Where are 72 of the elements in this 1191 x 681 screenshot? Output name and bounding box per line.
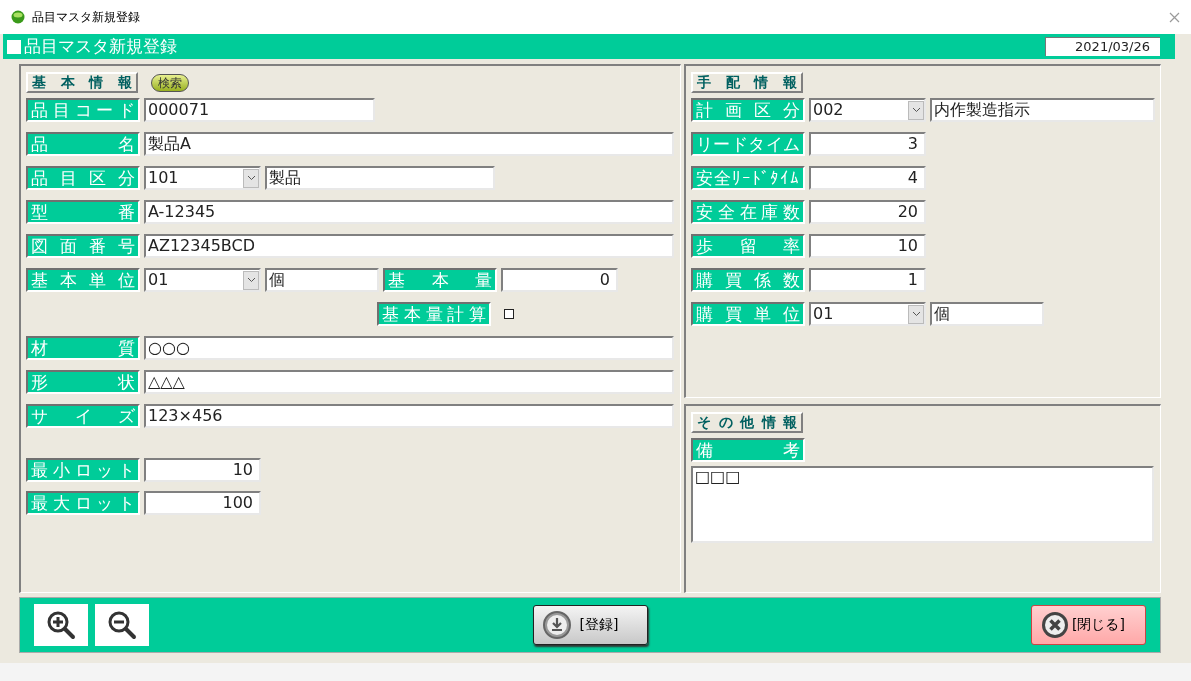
text-field[interactable]: 0 [501, 268, 618, 292]
caret-icon [911, 311, 921, 317]
zoom-in-icon [46, 610, 76, 640]
field-label: 基本量計算 [377, 302, 491, 326]
field-label: 計画区分 [691, 98, 805, 122]
text-field[interactable]: 3 [809, 132, 926, 156]
register-button[interactable]: [登録] [532, 605, 648, 645]
text-field[interactable]: 20 [809, 200, 926, 224]
caret-icon [246, 277, 256, 283]
text-field[interactable]: 10 [144, 458, 261, 482]
field-label: 品目区分 [26, 166, 140, 190]
text-field[interactable]: △△△ [144, 370, 674, 394]
section-heading: 手配情報 [691, 72, 803, 93]
text-field[interactable]: A-12345 [144, 200, 674, 224]
dropdown-button[interactable] [243, 168, 259, 188]
form-title: 品目マスタ新規登録 [24, 38, 178, 55]
text-field[interactable]: 製品A [144, 132, 674, 156]
text-field[interactable]: ○○○ [144, 336, 674, 360]
combo-box[interactable]: 01 [809, 302, 926, 326]
name-field[interactable]: 内作製造指示 [930, 98, 1155, 122]
text-field[interactable]: 1 [809, 268, 926, 292]
text-field[interactable]: 10 [809, 234, 926, 258]
field-label: 基本単位 [26, 268, 140, 292]
section-heading: その他情報 [691, 412, 803, 433]
dropdown-button[interactable] [908, 100, 924, 120]
field-label: 最小ロット [26, 458, 140, 482]
name-field[interactable]: 製品 [265, 166, 495, 190]
search-button[interactable]: 検索 [151, 73, 189, 92]
field-label: 品名 [26, 132, 140, 156]
field-label: 品目コード [26, 98, 140, 122]
close-icon [1040, 610, 1070, 640]
date-display: 2021/03/26 [1045, 37, 1160, 56]
field-label: 備考 [691, 438, 805, 462]
field-label: 図面番号 [26, 234, 140, 258]
section-heading: 基本情報 [26, 72, 138, 93]
field-label: 歩留率 [691, 234, 805, 258]
close-button[interactable]: [閉じる] [1031, 605, 1146, 645]
field-label: 購買係数 [691, 268, 805, 292]
text-field[interactable]: 100 [144, 491, 261, 515]
combo-box[interactable]: 01 [144, 268, 261, 292]
caret-icon [911, 107, 921, 113]
field-label: 材質 [26, 336, 140, 360]
field-label: 型番 [26, 200, 140, 224]
field-label: 基本量 [383, 268, 497, 292]
window-title: 品目マスタ新規登録 [32, 8, 141, 26]
dropdown-button[interactable] [243, 270, 259, 290]
square-icon [7, 39, 21, 54]
field-label: リードタイム [691, 132, 805, 156]
checkbox[interactable] [504, 309, 514, 319]
app-icon [11, 10, 25, 24]
text-field[interactable]: 4 [809, 166, 926, 190]
field-label: 安全在庫数 [691, 200, 805, 224]
combo-box[interactable]: 002 [809, 98, 926, 122]
field-label: サイズ [26, 404, 140, 428]
close-icon[interactable] [1169, 11, 1180, 23]
combo-box[interactable]: 101 [144, 166, 261, 190]
field-label: 最大ロット [26, 491, 140, 515]
field-label: 安全ﾘｰﾄﾞﾀｲﾑ [691, 166, 805, 190]
zoom-in-button[interactable] [34, 604, 88, 646]
text-field[interactable]: 123×456 [144, 404, 674, 428]
download-icon [541, 610, 572, 640]
text-field[interactable]: 000071 [144, 98, 375, 122]
caret-icon [246, 175, 256, 181]
zoom-out-icon [107, 610, 137, 640]
zoom-out-button[interactable] [95, 604, 149, 646]
name-field[interactable]: 個 [265, 268, 379, 292]
dropdown-button[interactable] [908, 304, 924, 324]
name-field[interactable]: 個 [930, 302, 1044, 326]
field-label: 購買単位 [691, 302, 805, 326]
field-label: 形状 [26, 370, 140, 394]
remarks-field[interactable]: □□□ [691, 466, 1154, 543]
text-field[interactable]: AZ12345BCD [144, 234, 674, 258]
